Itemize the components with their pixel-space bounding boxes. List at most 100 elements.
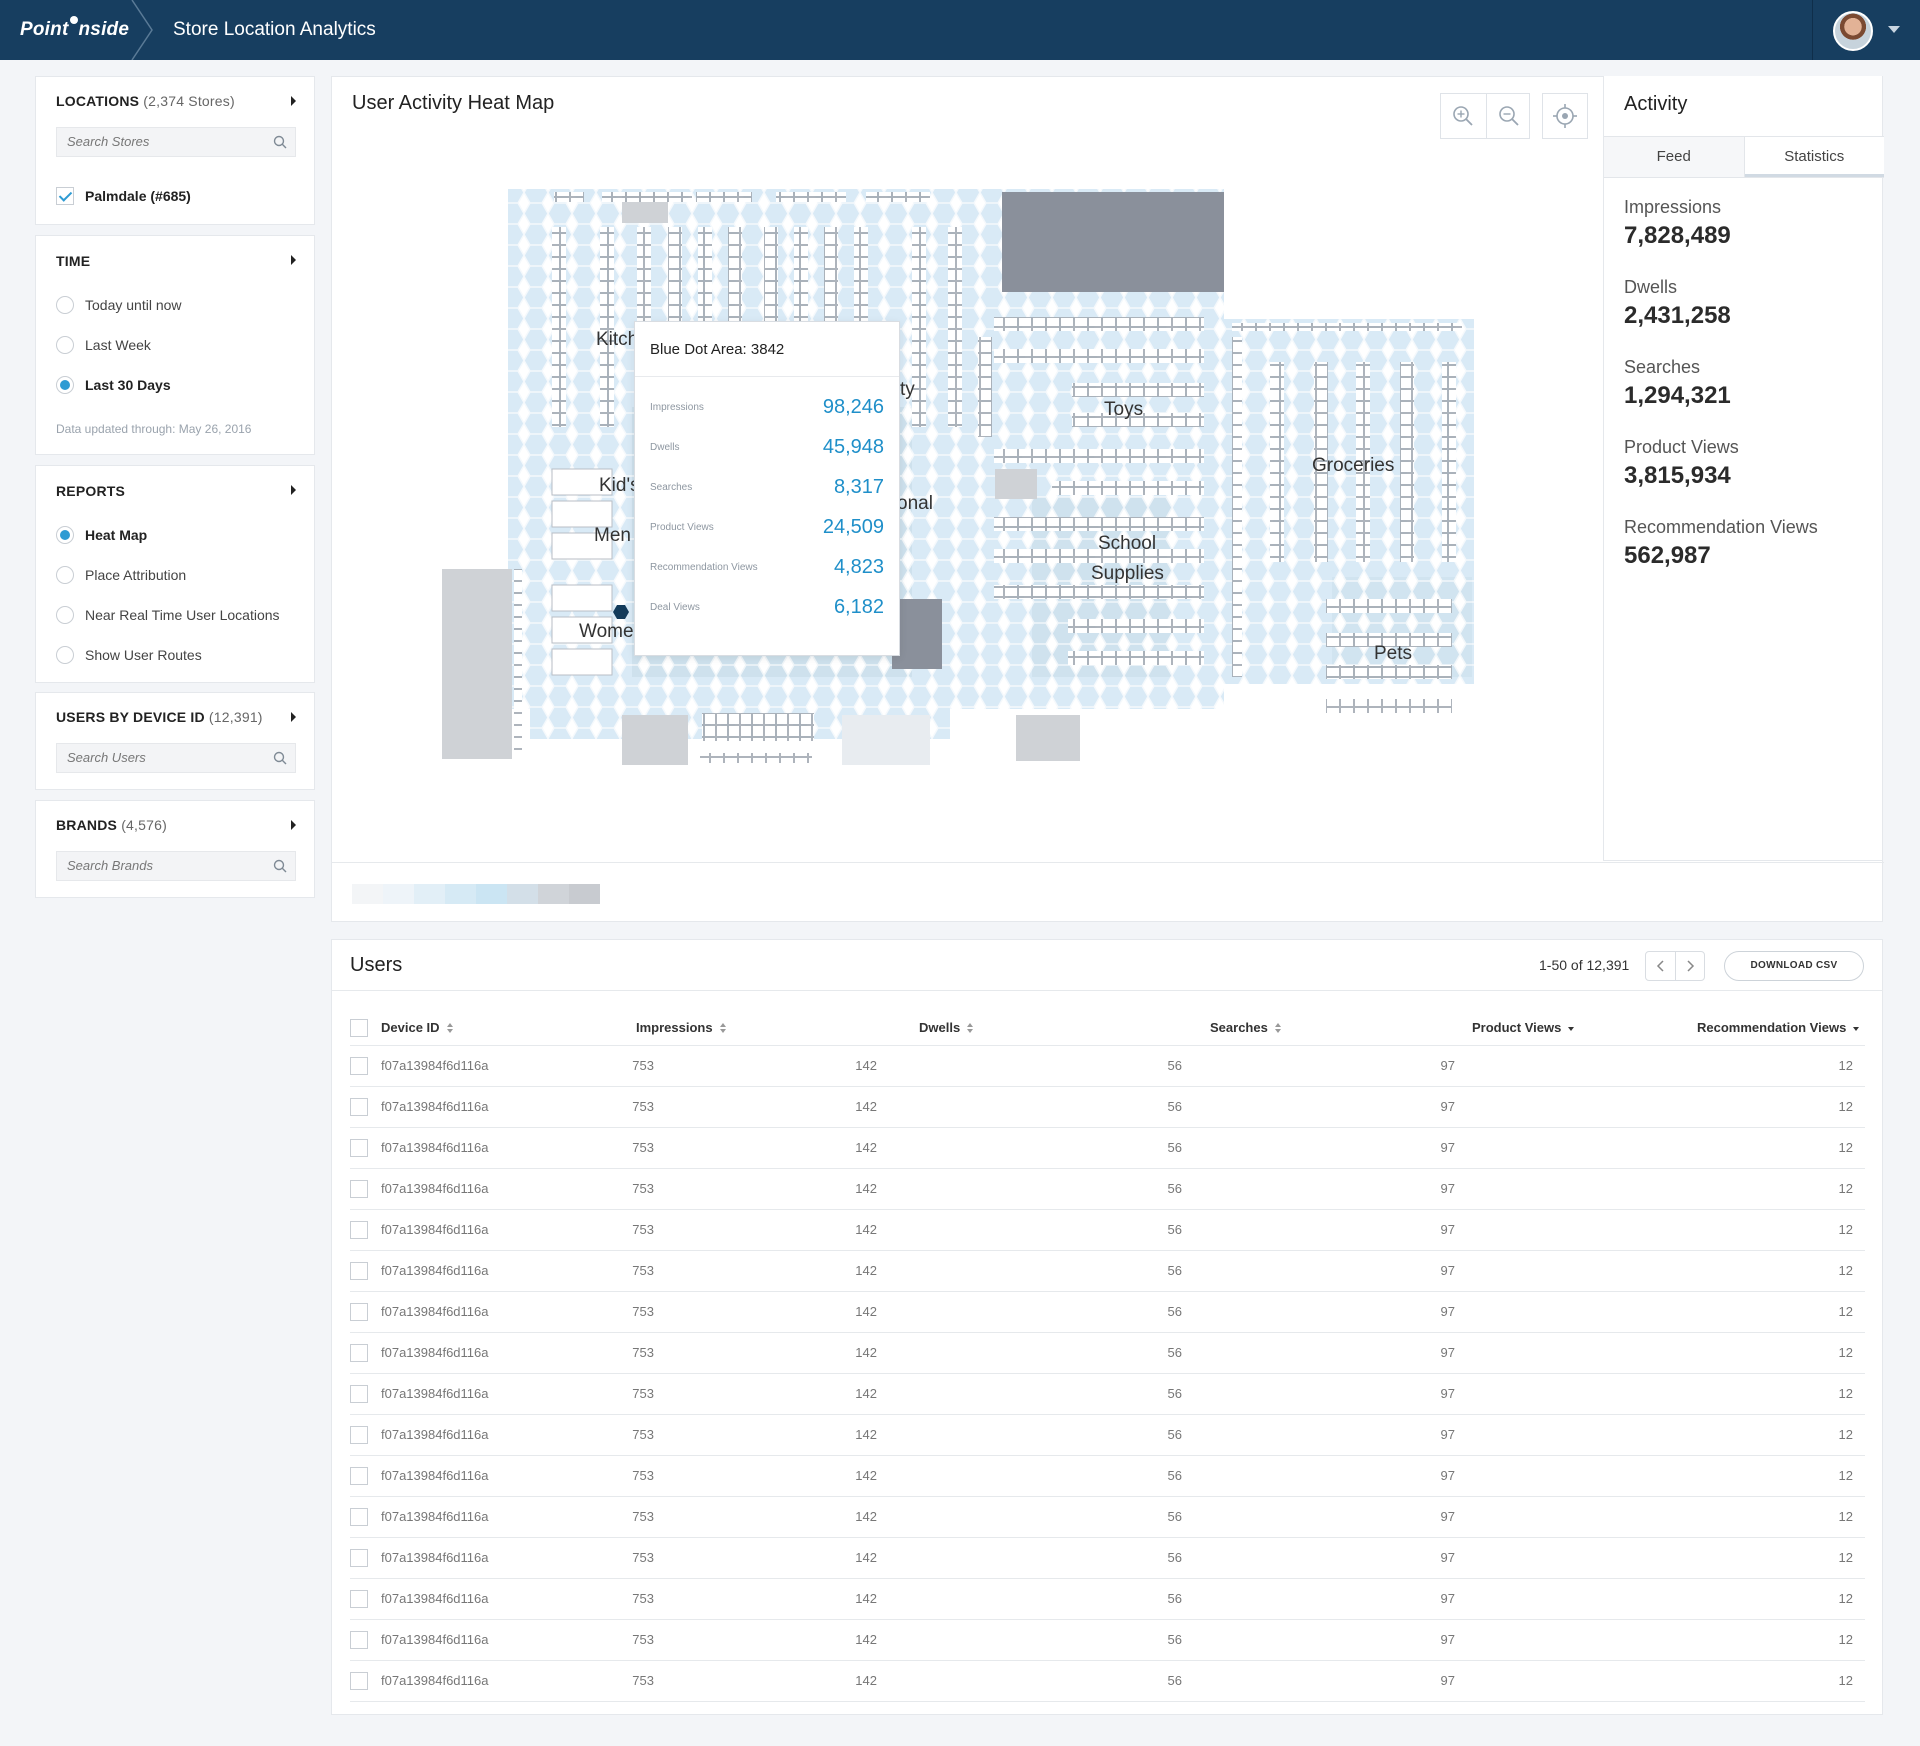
tab-feed[interactable]: Feed: [1604, 137, 1744, 177]
locations-title[interactable]: LOCATIONS (2,374 Stores): [56, 93, 235, 109]
table-row[interactable]: f07a13984f6d116a 753 142 56 97 12: [350, 1415, 1865, 1456]
row-checkbox[interactable]: [350, 1467, 368, 1485]
table-row[interactable]: f07a13984f6d116a 753 142 56 97 12: [350, 1620, 1865, 1661]
zoom-in-icon[interactable]: [1441, 94, 1486, 138]
table-row[interactable]: f07a13984f6d116a 753 142 56 97 12: [350, 1538, 1865, 1579]
download-csv-button[interactable]: DOWNLOAD CSV: [1724, 951, 1864, 981]
reports-title[interactable]: REPORTS: [56, 483, 125, 499]
row-checkbox[interactable]: [350, 1385, 368, 1403]
chevron-right-icon[interactable]: [1676, 952, 1705, 980]
report-option-user-routes[interactable]: Show User Routes: [56, 645, 202, 665]
sort-icon[interactable]: [1274, 1023, 1282, 1033]
select-all-checkbox[interactable]: [350, 1019, 368, 1037]
checkbox-icon[interactable]: [56, 187, 74, 205]
row-checkbox[interactable]: [350, 1262, 368, 1280]
row-checkbox[interactable]: [350, 1303, 368, 1321]
cell-impressions: 753: [632, 1140, 654, 1155]
report-option-real-time-locations[interactable]: Near Real Time User Locations: [56, 605, 280, 625]
time-option-last-30-days[interactable]: Last 30 Days: [56, 375, 171, 395]
table-row[interactable]: f07a13984f6d116a 753 142 56 97 12: [350, 1333, 1865, 1374]
row-checkbox[interactable]: [350, 1508, 368, 1526]
search-icon[interactable]: [273, 859, 287, 873]
table-row[interactable]: f07a13984f6d116a 753 142 56 97 12: [350, 1497, 1865, 1538]
locate-button[interactable]: [1542, 93, 1588, 139]
users-title[interactable]: USERS BY DEVICE ID (12,391): [56, 709, 263, 725]
col-impressions[interactable]: Impressions: [636, 1020, 727, 1035]
radio-icon[interactable]: [56, 566, 74, 584]
zoom-in-button[interactable]: [1441, 94, 1486, 138]
store-checkbox-palmdale[interactable]: Palmdale (#685): [56, 186, 191, 206]
radio-icon[interactable]: [56, 646, 74, 664]
search-users-input[interactable]: Search Users: [56, 743, 296, 773]
sort-icon[interactable]: [719, 1023, 727, 1033]
tab-statistics[interactable]: Statistics: [1743, 137, 1884, 177]
radio-selected-icon[interactable]: [56, 376, 74, 394]
col-searches[interactable]: Searches: [1210, 1020, 1282, 1035]
row-checkbox[interactable]: [350, 1057, 368, 1075]
row-checkbox[interactable]: [350, 1180, 368, 1198]
report-option-heat-map[interactable]: Heat Map: [56, 525, 147, 545]
table-row[interactable]: f07a13984f6d116a 753 142 56 97 12: [350, 1251, 1865, 1292]
user-menu-caret-icon[interactable]: [1888, 26, 1900, 33]
dept-label-men: Men: [594, 525, 631, 546]
search-brands-input[interactable]: Search Brands: [56, 851, 296, 881]
chevron-left-icon[interactable]: [1646, 952, 1675, 980]
option-label: Today until now: [85, 297, 182, 313]
table-row[interactable]: f07a13984f6d116a 753 142 56 97 12: [350, 1374, 1865, 1415]
col-label: Recommendation Views: [1697, 1020, 1847, 1035]
previous-page-button[interactable]: [1646, 952, 1675, 980]
row-checkbox[interactable]: [350, 1426, 368, 1444]
table-row[interactable]: f07a13984f6d116a 753 142 56 97 12: [350, 1456, 1865, 1497]
radio-icon[interactable]: [56, 336, 74, 354]
col-device-id[interactable]: Device ID: [381, 1020, 454, 1035]
row-checkbox[interactable]: [350, 1631, 368, 1649]
sort-icon[interactable]: [446, 1023, 454, 1033]
row-checkbox[interactable]: [350, 1139, 368, 1157]
users-caret-icon[interactable]: [291, 712, 296, 722]
col-product-views[interactable]: Product Views: [1472, 1020, 1575, 1035]
user-avatar[interactable]: [1833, 11, 1873, 51]
locations-caret-icon[interactable]: [291, 96, 296, 106]
crosshair-icon[interactable]: [1543, 94, 1587, 138]
table-row[interactable]: f07a13984f6d116a 753 142 56 97 12: [350, 1087, 1865, 1128]
table-row[interactable]: f07a13984f6d116a 753 142 56 97 12: [350, 1169, 1865, 1210]
table-row[interactable]: f07a13984f6d116a 753 142 56 97 12: [350, 1210, 1865, 1251]
next-page-button[interactable]: [1675, 952, 1705, 980]
row-checkbox[interactable]: [350, 1590, 368, 1608]
radio-icon[interactable]: [56, 296, 74, 314]
time-title[interactable]: TIME: [56, 253, 90, 269]
radio-icon[interactable]: [56, 606, 74, 624]
time-option-last-week[interactable]: Last Week: [56, 335, 151, 355]
search-stores-input[interactable]: Search Stores: [56, 127, 296, 157]
report-option-place-attribution[interactable]: Place Attribution: [56, 565, 186, 585]
sort-desc-icon[interactable]: [1852, 1023, 1860, 1033]
search-icon[interactable]: [273, 751, 287, 765]
col-recommendation-views[interactable]: Recommendation Views: [1697, 1020, 1860, 1035]
zoom-out-icon[interactable]: [1487, 94, 1532, 138]
table-row[interactable]: f07a13984f6d116a 753 142 56 97 12: [350, 1046, 1865, 1087]
table-row[interactable]: f07a13984f6d116a 753 142 56 97 12: [350, 1292, 1865, 1333]
table-row[interactable]: f07a13984f6d116a 753 142 56 97 12: [350, 1579, 1865, 1620]
reports-caret-icon[interactable]: [291, 485, 296, 495]
cell-impressions: 753: [632, 1304, 654, 1319]
brands-caret-icon[interactable]: [291, 820, 296, 830]
row-checkbox[interactable]: [350, 1344, 368, 1362]
table-row[interactable]: f07a13984f6d116a 753 142 56 97 12: [350, 1128, 1865, 1169]
row-checkbox[interactable]: [350, 1672, 368, 1690]
col-dwells[interactable]: Dwells: [919, 1020, 974, 1035]
sort-icon[interactable]: [966, 1023, 974, 1033]
row-checkbox[interactable]: [350, 1221, 368, 1239]
time-option-today[interactable]: Today until now: [56, 295, 182, 315]
search-icon[interactable]: [273, 135, 287, 149]
sort-desc-icon[interactable]: [1567, 1023, 1575, 1033]
row-checkbox[interactable]: [350, 1098, 368, 1116]
time-caret-icon[interactable]: [291, 255, 296, 265]
radio-selected-icon[interactable]: [56, 526, 74, 544]
brands-title[interactable]: BRANDS (4,576): [56, 817, 167, 833]
row-checkbox[interactable]: [350, 1549, 368, 1567]
store-floor-map[interactable]: Kitch Kid's Men Wome ty onal Toys School…: [332, 77, 1602, 867]
point-inside-logo[interactable]: Point nside: [20, 0, 129, 60]
zoom-out-button[interactable]: [1486, 94, 1531, 138]
cell-recommendation-views: 12: [1838, 1550, 1853, 1565]
table-row[interactable]: f07a13984f6d116a 753 142 56 97 12: [350, 1661, 1865, 1702]
